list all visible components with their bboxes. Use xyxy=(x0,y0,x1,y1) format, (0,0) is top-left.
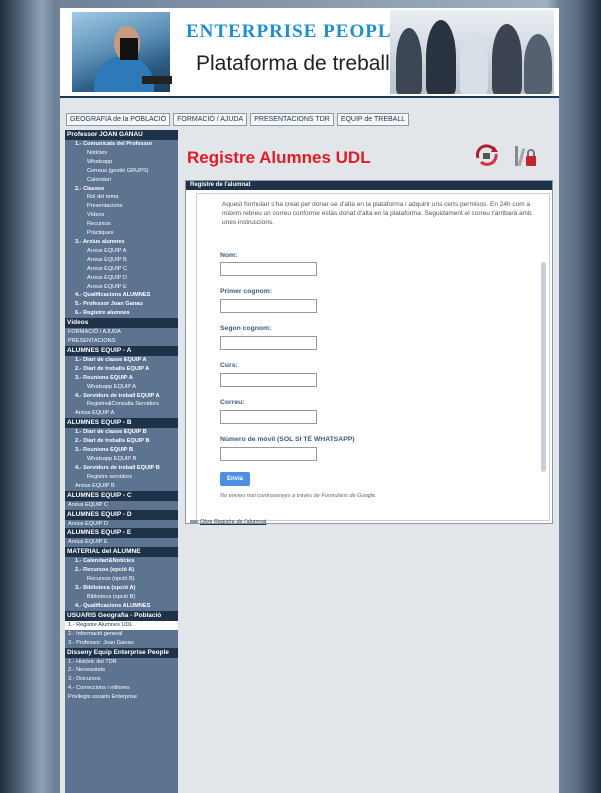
field-label-curs: Curs: xyxy=(220,362,238,369)
sidebar-section-header: ALUMNES EQUIP - C xyxy=(65,490,178,501)
sidebar-item[interactable]: 3.- Professor: Joan Ganau xyxy=(65,639,178,648)
field-label-primer-cognom: Primer cognom: xyxy=(220,288,273,295)
site-header: ENTERPRISE PEOPLE Plataforma de treball xyxy=(60,8,559,98)
form-description: Aquest formulari s'ha creat per donar-se… xyxy=(222,201,532,226)
sidebar-section-header: USUARIS Geografia - Població xyxy=(65,610,178,621)
sidebar-item[interactable]: Correus (gestió GRUPS) xyxy=(65,167,178,176)
tools-lock-icon[interactable] xyxy=(512,144,538,168)
sidebar-item[interactable]: Arxius EQUIP E xyxy=(65,538,178,547)
sidebar-item[interactable]: 3.- Discursos xyxy=(65,675,178,684)
sidebar-item[interactable]: 5.- Professor Joan Ganau xyxy=(65,300,178,309)
sidebar-item[interactable]: Arxius EQUIP C xyxy=(65,501,178,510)
nom-input[interactable] xyxy=(220,262,317,276)
sidebar-item[interactable]: Arxius EQUIP A xyxy=(65,409,178,418)
sidebar-section-header: Disseny Equip Enterprise People xyxy=(65,647,178,658)
sidebar-item[interactable]: Arxius EQUIP A xyxy=(65,247,178,256)
sidebar-item[interactable]: Arxius EQUIP B xyxy=(65,256,178,265)
open-form-link[interactable]: Obre Registre de l'alumnat xyxy=(190,519,266,525)
sidebar-item[interactable]: 2.- Necessitats xyxy=(65,666,178,675)
sidebar-item[interactable]: 1.- Comunicats del Professor xyxy=(65,140,178,149)
sidebar-section-header: Professor JOAN GANAU xyxy=(65,130,178,140)
sidebar-item[interactable]: Arxius EQUIP D xyxy=(65,274,178,283)
sidebar-item[interactable]: Notícies xyxy=(65,149,178,158)
segon-cognom-input[interactable] xyxy=(220,336,317,350)
sidebar-item[interactable]: Registre servidors xyxy=(65,473,178,482)
sidebar-item[interactable]: Arxius EQUIP B xyxy=(65,482,178,491)
form-icon xyxy=(190,519,198,524)
mobil-input[interactable] xyxy=(220,447,317,461)
sidebar-item[interactable]: Whatsapp EQUIP A xyxy=(65,383,178,392)
header-photo-team xyxy=(390,10,554,94)
sidebar-item[interactable]: Pràctiques xyxy=(65,229,178,238)
sidebar-item[interactable]: 4.- Servidors de treball EQUIP A xyxy=(65,392,178,401)
sidebar-item[interactable]: Recursos (opció B) xyxy=(65,575,178,584)
tab-equip[interactable]: EQUIP de TREBALL xyxy=(336,113,410,126)
sidebar-item[interactable]: Arxius EQUIP E xyxy=(65,283,178,292)
sidebar-item[interactable]: 1.- Diari de classe EQUIP A xyxy=(65,356,178,365)
open-form-link-text[interactable]: Obre Registre de l'alumnat xyxy=(200,519,266,525)
sidebar-item[interactable]: Privilegis usuaris Enterprise xyxy=(65,693,178,702)
sidebar-item[interactable]: 2.- Classes xyxy=(65,185,178,194)
site-subtitle: Plataforma de treball xyxy=(196,52,390,75)
sidebar-item[interactable]: 3.- Arxius alumnes xyxy=(65,238,178,247)
field-label-correu: Correu: xyxy=(220,399,245,406)
sidebar-item[interactable]: Whatsapp EQUIP B xyxy=(65,455,178,464)
sidebar-item[interactable]: 1.- Calendari&Notícies xyxy=(65,557,178,566)
tab-presentacions[interactable]: PRESENTACIONS TDR xyxy=(250,113,334,126)
tab-formacio[interactable]: FORMACIÓ / AJUDA xyxy=(173,113,248,126)
sidebar-item[interactable]: Whatsapp xyxy=(65,158,178,167)
page-title: Registre Alumnes UDL xyxy=(187,148,371,167)
form-title-bar: Registre de l'alumnat xyxy=(186,181,552,190)
sidebar-item[interactable]: 1.- Diari de classe EQUIP B xyxy=(65,428,178,437)
sidebar-item[interactable]: 3.- Reunions EQUIP B xyxy=(65,446,178,455)
sidebar-section-header: ALUMNES EQUIP - B xyxy=(65,418,178,429)
sidebar-item[interactable]: 1.- Registre Alumnes UDL xyxy=(65,620,178,630)
sidebar-section-header: ALUMNES EQUIP - A xyxy=(65,345,178,356)
send-button[interactable]: Envia xyxy=(220,472,250,486)
privacy-note: No envieu mai contrasenyes a través de F… xyxy=(220,493,377,499)
field-label-nom: Nom: xyxy=(220,252,238,259)
curs-input[interactable] xyxy=(220,373,317,387)
sidebar-item[interactable]: 1.- Històric del TDR xyxy=(65,658,178,667)
sidebar-item[interactable]: 4.- Correccions i millores xyxy=(65,684,178,693)
sidebar-item[interactable]: 4.- Qualificacions ALUMNES xyxy=(65,291,178,300)
sidebar-item[interactable]: 6.- Registre alumnes xyxy=(65,309,178,318)
sidebar-section-header: ALUMNES EQUIP - E xyxy=(65,528,178,539)
form-scrollbar[interactable] xyxy=(541,262,546,472)
tab-geografia[interactable]: GEOGRAFIA de la POBLACIÓ xyxy=(66,113,171,126)
sidebar-item[interactable]: 2.- Diari de treballs EQUIP B xyxy=(65,437,178,446)
sidebar-item[interactable]: 2.- Recursos (opció A) xyxy=(65,566,178,575)
sidebar-item[interactable]: Registre&Consulta Servidors xyxy=(65,400,178,409)
site-title: ENTERPRISE PEOPLE xyxy=(186,21,406,42)
top-nav-tabs: GEOGRAFIA de la POBLACIÓ FORMACIÓ / AJUD… xyxy=(66,113,410,126)
sidebar-item[interactable]: Presentacions xyxy=(65,202,178,211)
sidebar-menu: Professor JOAN GANAU 1.- Comunicats del P… xyxy=(65,130,178,793)
sidebar-item[interactable]: 2.- Diari de treballs EQUIP A xyxy=(65,365,178,374)
sidebar-item[interactable]: PRESENTACIONS xyxy=(65,337,178,346)
header-photo-student xyxy=(72,12,172,92)
sidebar-item[interactable]: 2.- Informació general xyxy=(65,630,178,639)
sidebar-section-header: MATERIAL del ALUMNE xyxy=(65,547,178,558)
primer-cognom-input[interactable] xyxy=(220,299,317,313)
sidebar-item[interactable]: 3.- Biblioteca (opció A) xyxy=(65,584,178,593)
sidebar-item[interactable]: Rol del tema xyxy=(65,193,178,202)
sidebar-item[interactable]: 4.- Qualificacions ALUMNES xyxy=(65,602,178,611)
field-label-segon-cognom: Segon cognom: xyxy=(220,325,272,332)
refresh-lock-icon[interactable] xyxy=(474,144,500,166)
correu-input[interactable] xyxy=(220,410,317,424)
sidebar-item[interactable]: Recursos xyxy=(65,220,178,229)
sidebar-item[interactable]: Biblioteca (opció B) xyxy=(65,593,178,602)
sidebar-item[interactable]: 3.- Reunions EQUIP A xyxy=(65,374,178,383)
sidebar-section-header: Vídeos xyxy=(65,318,178,329)
sidebar-item[interactable]: 4.- Servidors de treball EQUIP B xyxy=(65,464,178,473)
field-label-mobil: Número de mòvil (SOL SI TÉ WHATSAPP) xyxy=(220,436,355,443)
sidebar-item[interactable]: Vídeos xyxy=(65,211,178,220)
sidebar-item[interactable]: FORMACIÓ / AJUDA xyxy=(65,328,178,337)
sidebar-section-header: ALUMNES EQUIP - D xyxy=(65,509,178,520)
sidebar-item[interactable]: Calendari xyxy=(65,176,178,185)
sidebar-item[interactable]: Arxius EQUIP C xyxy=(65,265,178,274)
sidebar-item[interactable]: Arxius EQUIP D xyxy=(65,520,178,529)
